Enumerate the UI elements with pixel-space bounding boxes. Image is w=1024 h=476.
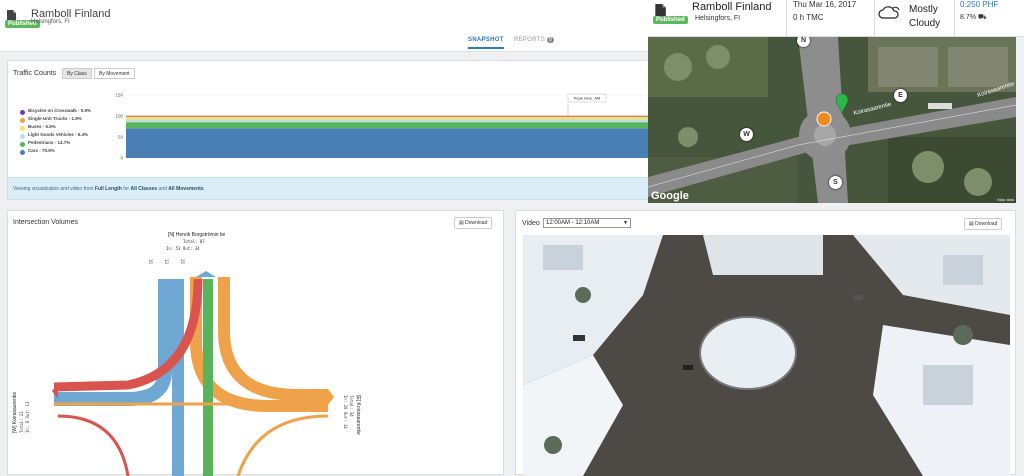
legend-label: Cars - 70.6% xyxy=(28,148,55,153)
north-lane-count: 15 xyxy=(148,259,153,264)
y-tick-label: 150 xyxy=(115,93,123,98)
north-approach-name: [N] Henrik Borgströmin tie xyxy=(168,232,225,238)
area-series xyxy=(126,116,651,117)
annotation-label: Peak Hour, AM xyxy=(574,96,601,101)
legend-swatch xyxy=(20,142,25,147)
north-total: Total: 87 xyxy=(183,239,205,244)
area-series xyxy=(126,122,651,128)
traffic-counts-title: Traffic Counts xyxy=(13,70,56,77)
legend-label: Pedestrians - 14.7% xyxy=(28,140,70,145)
study-date: Thu Mar 16, 2017 xyxy=(793,0,856,9)
viewing-info-bar: Viewing visualization and video from Ful… xyxy=(7,177,650,200)
y-tick-label: 100 xyxy=(115,114,123,119)
chevron-down-icon: ▼ xyxy=(623,220,628,226)
tab-reports[interactable]: REPORTS0 xyxy=(514,37,554,43)
legend-swatch xyxy=(20,118,25,123)
video-frame[interactable] xyxy=(523,235,1010,476)
google-logo: Google xyxy=(651,190,689,202)
map-marker-east[interactable]: E xyxy=(894,89,907,102)
legend-label: Bicycles on Crosswalk - 0.9% xyxy=(28,108,91,113)
legend-item: Bicycles on Crosswalk - 0.9% xyxy=(20,108,91,116)
flow-east-south xyxy=(238,416,328,476)
west-total: Total: 21 xyxy=(19,411,24,433)
video-time-select[interactable]: 12:00AM - 12:10AM ▼ xyxy=(543,218,631,228)
legend-item: Light Goods Vehicles - 6.4% xyxy=(20,132,91,140)
east-in-out: In: 20 Out: 14 xyxy=(343,395,348,429)
west-in-out: In: 8 Out: 13 xyxy=(25,401,30,433)
tab-snapshot[interactable]: SNAPSHOT xyxy=(468,37,504,49)
video-label: Video xyxy=(522,220,540,227)
area-series xyxy=(126,119,651,122)
map-location: Helsingfors, FI xyxy=(695,15,740,22)
study-duration: 0 h TMC xyxy=(793,13,824,22)
project-location: Helsingfors, FI xyxy=(31,19,70,25)
intersection-volumes-title: Intersection Volumes xyxy=(13,219,78,226)
legend-swatch xyxy=(20,126,25,131)
intersection-volume-diagram: [N] Henrik Borgströmin tie Total: 87 In:… xyxy=(8,211,505,476)
viewing-info-text: Viewing visualization and video from Ful… xyxy=(13,186,205,192)
divider xyxy=(786,0,787,37)
divider xyxy=(874,0,875,37)
heavy-vehicle-percent: 8.7% ⛟ xyxy=(960,13,987,22)
video-time-value: 12:00AM - 12:10AM xyxy=(546,220,599,226)
area-series xyxy=(126,128,651,158)
area-series xyxy=(126,117,651,119)
flow-west-south xyxy=(58,416,128,476)
video-image xyxy=(523,235,1010,476)
legend-label: Light Goods Vehicles - 6.4% xyxy=(28,132,88,137)
east-total: Total: 34 xyxy=(349,395,354,417)
map-status-badge: Published xyxy=(653,16,688,24)
tab-reports-label: REPORTS xyxy=(514,37,545,43)
y-tick-label: 50 xyxy=(118,135,124,140)
volumes-download-button[interactable]: ▤ Download xyxy=(454,217,492,229)
arrow-east-icon xyxy=(328,389,334,405)
legend-swatch xyxy=(20,134,25,139)
map-marker-west[interactable]: W xyxy=(740,128,753,141)
map-info-bar: Ramboll Finland Published Helsingfors, F… xyxy=(648,0,1024,37)
cloud-icon xyxy=(878,4,900,20)
aerial-map[interactable]: Koirasaarentie Koirasaarentie N E S W Go… xyxy=(648,37,1016,203)
legend-item: Cars - 70.6% xyxy=(20,148,91,156)
legend-item: Buses - 5.5% xyxy=(20,124,91,132)
east-approach-name: [E] Koirasaarentie xyxy=(355,395,361,435)
video-panel: Video 12:00AM - 12:10AM ▼ ▤ Download xyxy=(515,210,1016,475)
map-project-title: Ramboll Finland xyxy=(692,1,771,13)
video-download-button[interactable]: ▤ Download xyxy=(964,218,1002,230)
flow-east-north xyxy=(224,277,328,395)
arrow-north-icon xyxy=(196,271,216,277)
weather-text: Mostly Cloudy xyxy=(909,3,954,31)
legend-swatch xyxy=(20,150,25,155)
north-in-out: In: 53 Out: 34 xyxy=(166,246,200,251)
by-movement-button[interactable]: By Movement xyxy=(94,68,135,79)
map-marker-south[interactable]: S xyxy=(829,176,842,189)
legend-item: Single-Unit Trucks - 1.8% xyxy=(20,116,91,124)
divider xyxy=(954,0,955,37)
legend-label: Buses - 5.5% xyxy=(28,124,56,129)
map-copyright: Map data xyxy=(997,197,1014,202)
y-tick-label: 0 xyxy=(120,156,123,161)
north-lane-count: 25 xyxy=(180,259,185,264)
legend-label: Single-Unit Trucks - 1.8% xyxy=(28,116,82,121)
peak-hour-factor: 0.250 PHF xyxy=(960,0,998,9)
by-class-button[interactable]: By Class xyxy=(62,68,92,79)
legend-item: Pedestrians - 14.7% xyxy=(20,140,91,148)
north-lane-count: 13 xyxy=(164,259,169,264)
tab-bar: SNAPSHOT REPORTS0 xyxy=(0,32,648,52)
reports-count-badge: 0 xyxy=(547,37,554,43)
intersection-volumes-panel: [N] Henrik Borgströmin tie Total: 87 In:… xyxy=(7,210,504,475)
legend-swatch xyxy=(20,110,25,115)
west-approach-name: [W] Koirasaarentie xyxy=(12,392,18,433)
chart-legend: Bicycles on Crosswalk - 0.9% Single-Unit … xyxy=(20,108,91,156)
